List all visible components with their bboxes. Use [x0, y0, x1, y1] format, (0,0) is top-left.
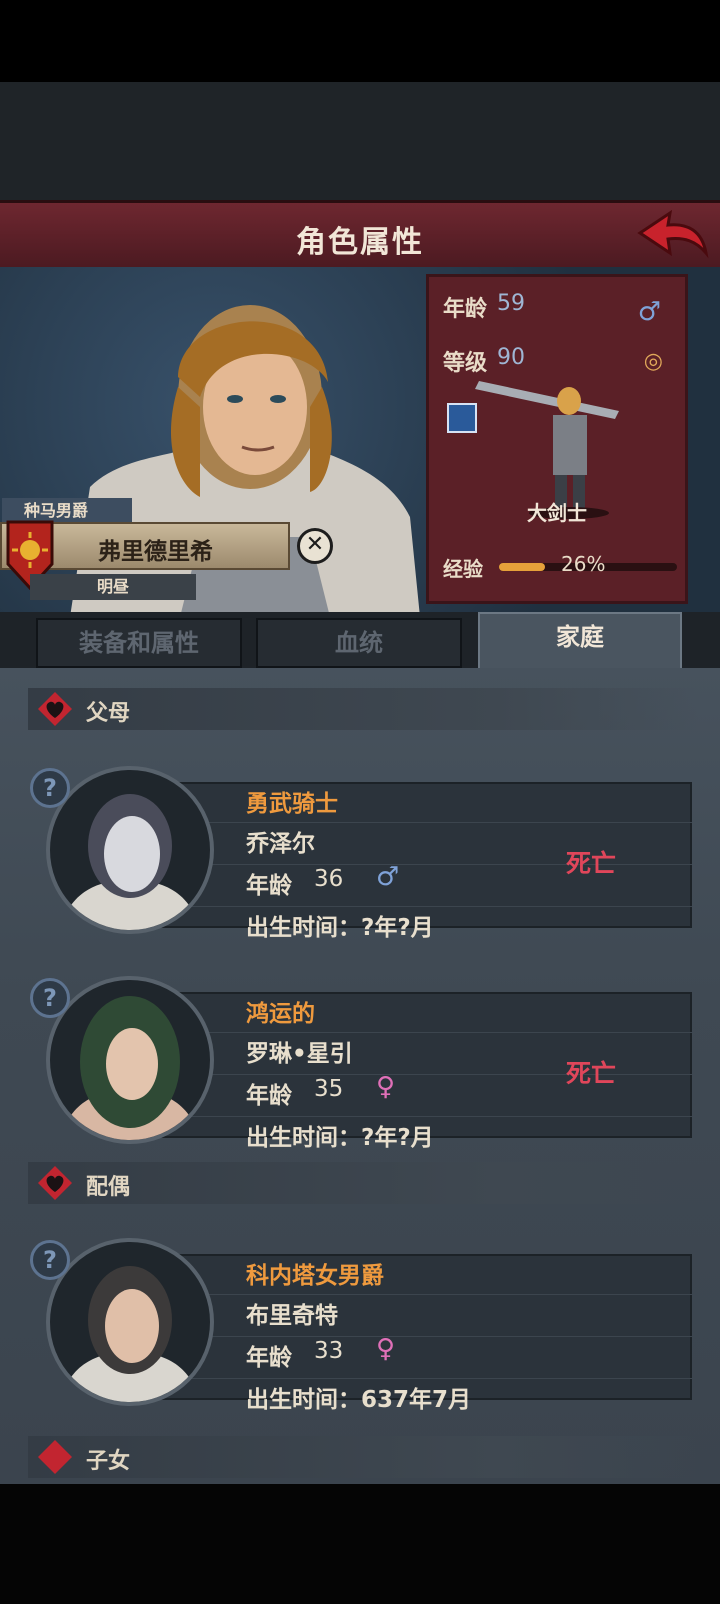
- female-icon: ♀: [376, 1334, 396, 1364]
- character-name: 弗里德里希: [98, 539, 213, 565]
- member-title: 鸿运的: [246, 1001, 315, 1027]
- level-value: 90: [497, 345, 525, 370]
- tab-equipment[interactable]: 装备和属性: [36, 618, 242, 668]
- member-name: 罗琳•星引: [246, 1041, 353, 1067]
- page-title: 角色属性: [296, 225, 424, 260]
- status-bar-area: [0, 0, 720, 82]
- question-icon[interactable]: ?: [30, 768, 70, 808]
- male-icon: ♂: [637, 297, 661, 327]
- xp-label: 经验: [443, 557, 483, 581]
- question-icon[interactable]: ?: [30, 978, 70, 1018]
- close-icon[interactable]: ✕: [297, 528, 333, 564]
- male-icon: ♂: [376, 862, 400, 892]
- parents-section-header: 父母: [28, 688, 698, 730]
- member-age-label: 年龄: [246, 873, 292, 899]
- epithet-tag: 明昼: [30, 574, 196, 600]
- question-icon[interactable]: ?: [30, 1240, 70, 1280]
- rings-icon: ◎: [643, 349, 663, 374]
- member-status: 死亡: [566, 1059, 617, 1088]
- member-name: 乔泽尔: [246, 831, 315, 857]
- tab-bar: 装备和属性 血统 家庭: [0, 612, 720, 670]
- member-birth: 出生时间：?年?月: [246, 1125, 434, 1151]
- stats-panel: 年龄 59 ♂ 等级 90 ◎ 大剑士 经验 26%: [426, 274, 688, 604]
- member-age-label: 年龄: [246, 1083, 292, 1109]
- tab-family[interactable]: 家庭: [478, 612, 682, 670]
- avatar: [46, 976, 214, 1144]
- class-name: 大剑士: [527, 501, 587, 525]
- female-icon: ♀: [376, 1072, 396, 1102]
- back-arrow-icon[interactable]: [636, 207, 710, 263]
- member-title: 勇武骑士: [246, 791, 338, 817]
- spouse-label: 配偶: [86, 1175, 131, 1200]
- xp-value: 26%: [561, 552, 606, 576]
- family-member-card[interactable]: ? 科内塔女男爵 布里奇特 年龄 33 ♀ 出生时间：637年7月: [30, 1238, 692, 1413]
- member-birth: 出生时间：?年?月: [246, 915, 434, 941]
- navigation-bar-area: [0, 1484, 720, 1604]
- member-birth: 出生时间：637年7月: [246, 1387, 472, 1413]
- xp-fill: [499, 563, 546, 571]
- avatar: [46, 766, 214, 934]
- parents-label: 父母: [86, 701, 131, 726]
- family-content[interactable]: 父母 ? 勇武骑士 乔泽尔 年龄 36 ♂ 出生时间：?年?月 死亡 ? 鸿运的…: [0, 668, 720, 1484]
- member-age-label: 年龄: [246, 1345, 292, 1371]
- age-label: 年龄: [443, 297, 488, 322]
- spouse-section-header: 配偶: [28, 1162, 698, 1204]
- family-member-card[interactable]: ? 鸿运的 罗琳•星引 年龄 35 ♀ 出生时间：?年?月 死亡: [30, 976, 692, 1151]
- member-title: 科内塔女男爵: [246, 1263, 384, 1289]
- member-status: 死亡: [566, 849, 617, 878]
- header-bar: 角色属性: [0, 200, 720, 270]
- avatar: [46, 1238, 214, 1406]
- heart-icon: [38, 692, 72, 726]
- member-age: 36: [314, 866, 344, 892]
- age-value: 59: [497, 291, 525, 316]
- family-member-card[interactable]: ? 勇武骑士 乔泽尔 年龄 36 ♂ 出生时间：?年?月 死亡: [30, 766, 692, 941]
- member-age: 35: [314, 1076, 344, 1102]
- heart-icon: [38, 1440, 72, 1474]
- member-age: 33: [314, 1338, 344, 1364]
- children-label: 子女: [86, 1449, 131, 1474]
- heart-icon: [38, 1166, 72, 1200]
- member-name: 布里奇特: [246, 1303, 338, 1329]
- children-section-header: 子女: [28, 1436, 698, 1478]
- tab-bloodline[interactable]: 血统: [256, 618, 462, 668]
